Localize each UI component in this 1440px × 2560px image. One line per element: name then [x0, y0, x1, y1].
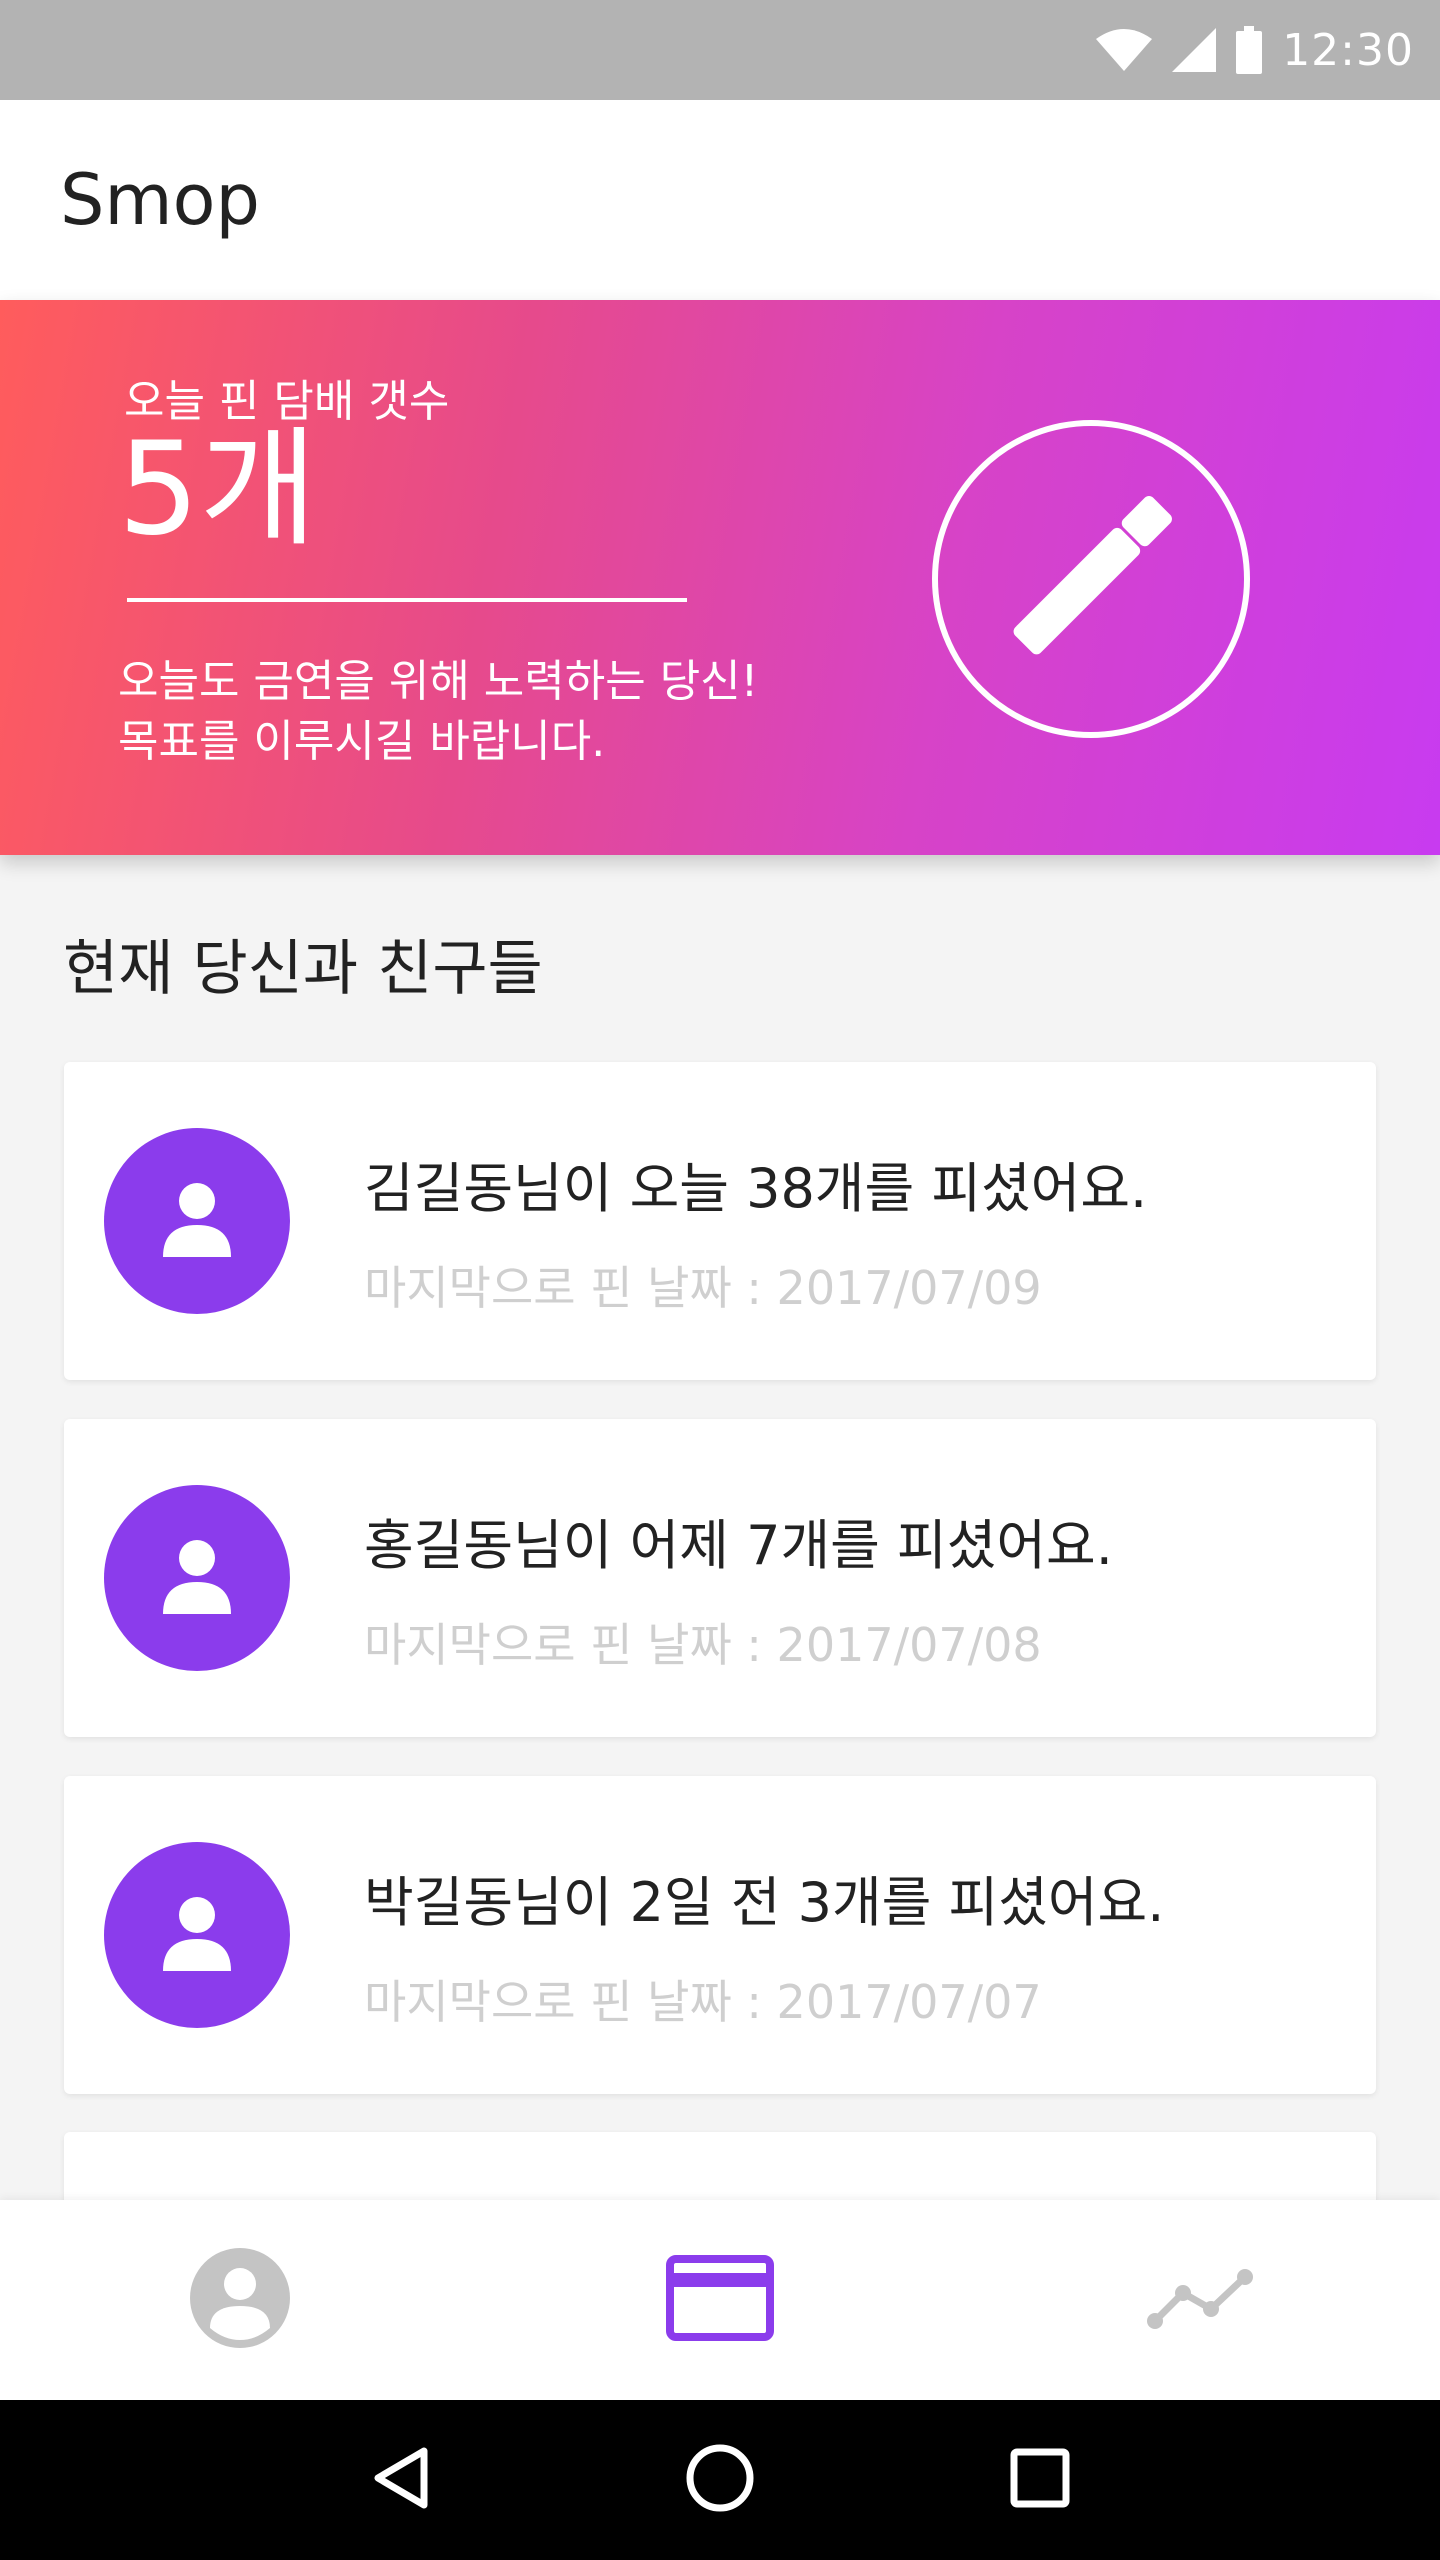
nav-tab-feed[interactable] [480, 2200, 960, 2400]
nav-tab-profile[interactable] [0, 2200, 480, 2400]
hero-message-line2: 목표를 이루시길 바랍니다. [118, 716, 606, 767]
app-bar: Smop [0, 100, 1440, 300]
avatar [104, 1128, 290, 1314]
friend-card-title: 박길동님이 2일 전 3개를 피셨어요. [364, 1871, 1165, 1934]
person-icon [157, 1536, 237, 1620]
hero-message-line1: 오늘도 금연을 위해 노력하는 당신! [118, 656, 759, 707]
system-navigation-bar [0, 2400, 1440, 2560]
friend-card-subtitle: 마지막으로 핀 날짜 : 2017/07/07 [364, 1975, 1042, 2029]
nav-tab-stats[interactable] [960, 2200, 1440, 2400]
today-count-value: 5개 [118, 415, 318, 564]
cigarette-icon [991, 477, 1191, 681]
hero-message: 오늘도 금연을 위해 노력하는 당신! 목표를 이루시길 바랍니다. [118, 652, 838, 772]
avatar [104, 1842, 290, 2028]
status-bar: 12:30 [0, 0, 1440, 100]
friend-card-subtitle: 마지막으로 핀 날짜 : 2017/07/08 [364, 1618, 1042, 1672]
back-button[interactable] [340, 2420, 460, 2540]
battery-icon [1236, 26, 1263, 74]
person-icon [157, 1893, 237, 1977]
card-icon [666, 2255, 774, 2345]
friend-card[interactable]: 김길동님이 오늘 38개를 피셨어요. 마지막으로 핀 날짜 : 2017/07… [64, 1062, 1376, 1380]
log-cigarette-button[interactable] [932, 420, 1250, 738]
home-circle-icon [685, 2443, 755, 2517]
avatar [104, 1485, 290, 1671]
home-button[interactable] [660, 2420, 780, 2540]
trend-line-icon [1145, 2263, 1255, 2337]
recents-button[interactable] [980, 2420, 1100, 2540]
friend-card-subtitle: 마지막으로 핀 날짜 : 2017/07/09 [364, 1261, 1042, 1315]
status-time: 12:30 [1282, 24, 1414, 76]
recents-square-icon [1010, 2448, 1070, 2512]
friend-card-title: 김길동님이 오늘 38개를 피셨어요. [364, 1157, 1148, 1220]
app-title: Smop [60, 159, 260, 241]
friend-card-title: 홍길동님이 어제 7개를 피셨어요. [364, 1514, 1113, 1577]
friends-section-title: 현재 당신과 친구들 [63, 934, 543, 1004]
friend-card[interactable]: 홍길동님이 어제 7개를 피셨어요. 마지막으로 핀 날짜 : 2017/07/… [64, 1419, 1376, 1737]
cell-signal-icon [1172, 28, 1217, 72]
person-icon [157, 1179, 237, 1263]
account-circle-icon [188, 2246, 292, 2354]
friend-card[interactable]: 박길동님이 2일 전 3개를 피셨어요. 마지막으로 핀 날짜 : 2017/0… [64, 1776, 1376, 2094]
today-summary-banner: 오늘 핀 담배 갯수 5개 오늘도 금연을 위해 노력하는 당신! 목표를 이루… [0, 300, 1440, 855]
back-triangle-icon [370, 2445, 430, 2515]
wifi-icon [1096, 29, 1153, 71]
bottom-navigation [0, 2200, 1440, 2400]
hero-divider [127, 598, 687, 602]
